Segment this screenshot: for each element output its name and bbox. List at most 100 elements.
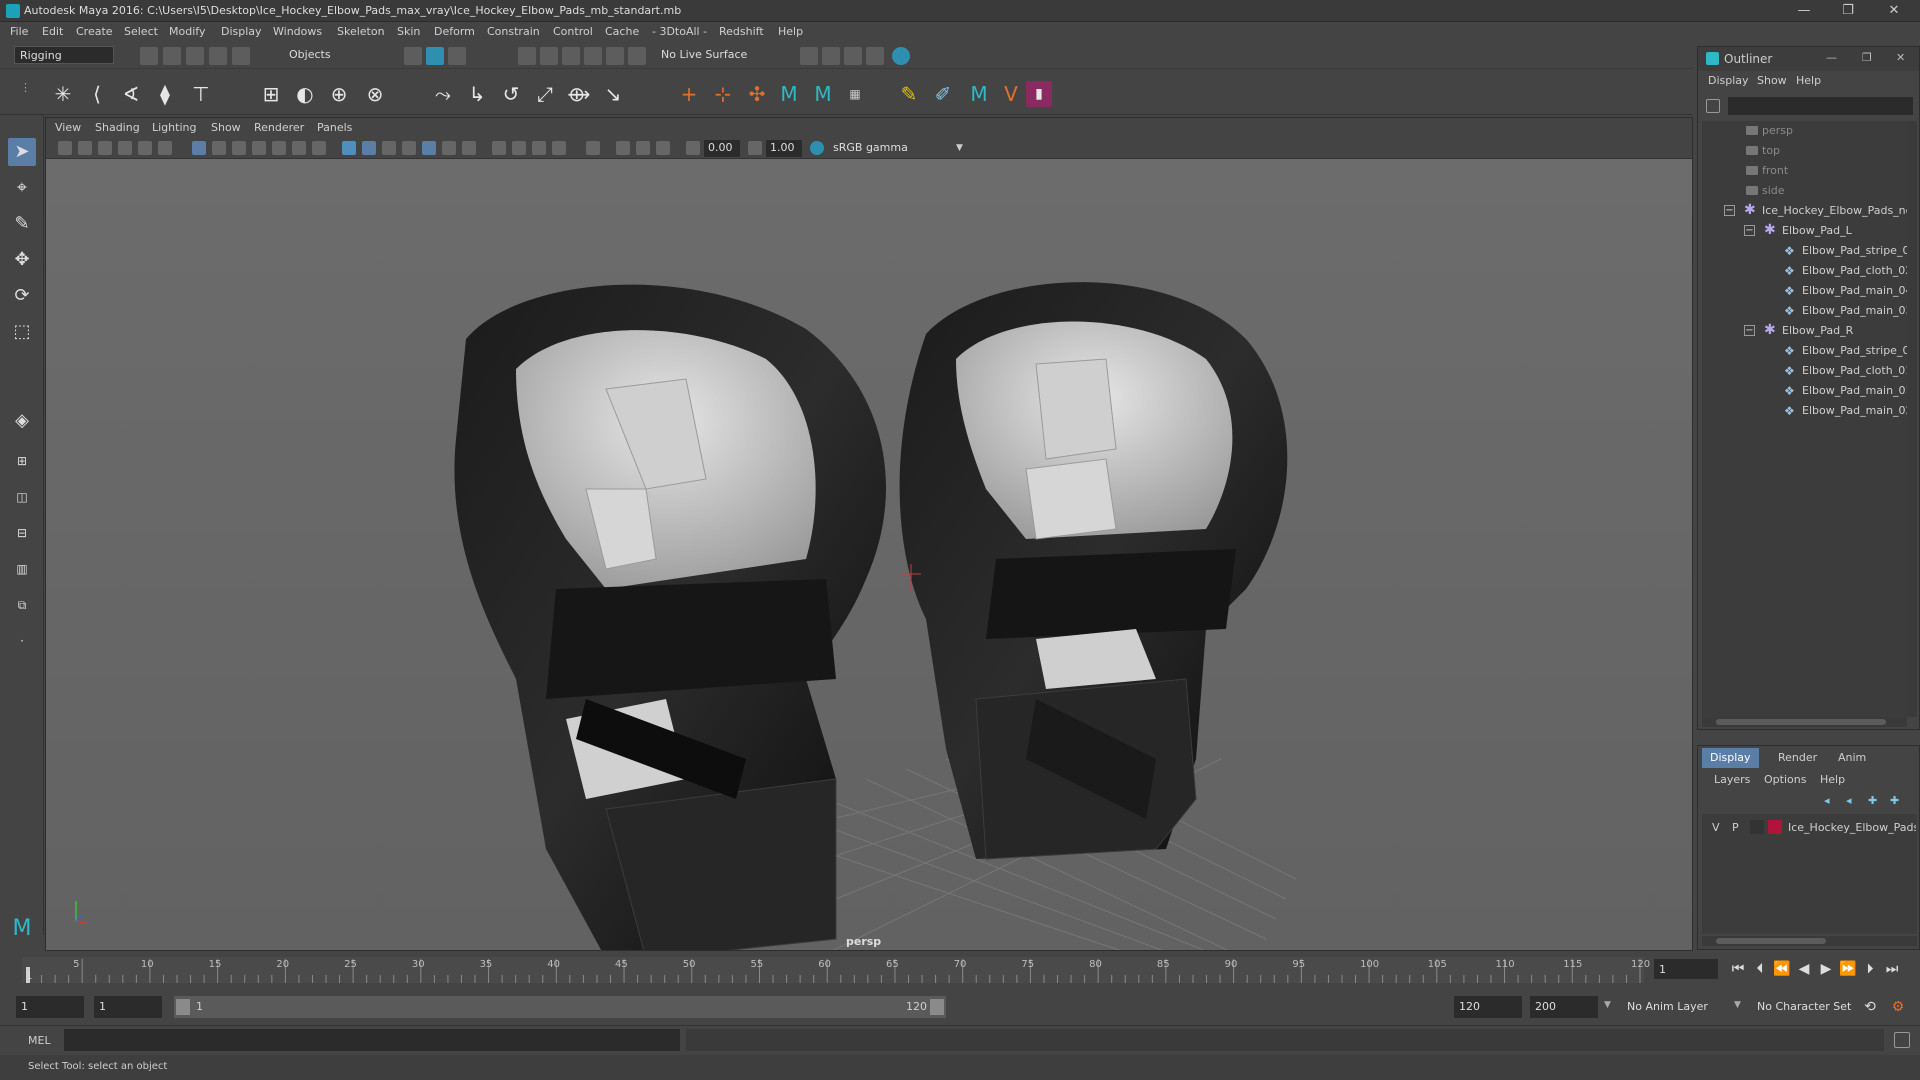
step-back-frame-icon[interactable]: ⏴ <box>1750 959 1770 979</box>
pole-vector-icon[interactable]: ↘ <box>600 81 626 107</box>
move-layer-up-icon[interactable]: ◂ <box>1824 794 1838 808</box>
exposure-field[interactable]: 0.00 <box>704 140 740 157</box>
ik-fk-icon[interactable]: ✣ <box>744 81 770 107</box>
layer-scroll-thumb[interactable] <box>1716 938 1826 944</box>
wire-icon[interactable]: ⊗ <box>362 81 388 107</box>
anim-layer-dropdown[interactable]: No Anim Layer <box>1622 996 1732 1018</box>
live-surface-field[interactable]: No Live Surface <box>656 46 756 64</box>
menu-set-dropdown[interactable]: Rigging <box>14 46 114 64</box>
go-to-start-icon[interactable]: ⏮ <box>1728 959 1748 979</box>
viewport-menu-view[interactable]: View <box>55 121 81 134</box>
film-gate-icon[interactable] <box>212 141 226 155</box>
list-item[interactable]: − ✱ Elbow_Pad_L <box>1702 221 1907 241</box>
deformer-tool-icon[interactable]: V <box>998 81 1024 107</box>
maximize-button[interactable]: ❐ <box>1830 2 1866 20</box>
chevron-down-icon[interactable]: ▼ <box>956 141 970 155</box>
xray-joints-icon[interactable] <box>616 141 630 155</box>
exposure-icon[interactable] <box>686 141 700 155</box>
snap-point-icon[interactable] <box>562 47 580 65</box>
layer-menu-layers[interactable]: Layers <box>1714 773 1750 786</box>
shader-ball-icon[interactable]: ▮ <box>1026 81 1052 107</box>
new-scene-icon[interactable] <box>140 47 158 65</box>
list-item[interactable]: front <box>1702 161 1907 181</box>
single-view-layout-icon[interactable]: ◈ <box>8 407 36 435</box>
list-item[interactable]: persp <box>1702 121 1907 141</box>
redo-icon[interactable] <box>232 47 250 65</box>
step-back-key-icon[interactable]: ⏪ <box>1772 959 1792 979</box>
3d-scene[interactable] <box>46 159 1693 951</box>
select-object-icon[interactable] <box>426 47 444 65</box>
joint-tool-icon[interactable]: ✳ <box>50 81 76 107</box>
point-constraint-icon[interactable]: ⤳ <box>430 81 456 107</box>
snap-magnet-icon[interactable] <box>628 47 646 65</box>
layer-visibility-toggle[interactable]: V <box>1712 821 1720 834</box>
four-view-layout-icon[interactable]: ⊞ <box>8 447 36 475</box>
menu-deform[interactable]: Deform <box>434 25 475 38</box>
select-hierarchy-icon[interactable] <box>404 47 422 65</box>
brush-tool-icon[interactable]: ✐ <box>930 81 956 107</box>
bookmark-icon[interactable] <box>98 141 112 155</box>
layer-playback-toggle[interactable]: P <box>1732 821 1739 834</box>
list-item[interactable]: ❖ Elbow_Pad_main_04 <box>1702 281 1907 301</box>
time-ruler[interactable]: 5 10 15 20 25 30 35 40 45 50 55 60 65 70 75 80 85 90 95 100… <box>0 951 1693 989</box>
list-item[interactable]: ❖ Elbow_Pad_stripe_02 <box>1702 241 1907 261</box>
textured-icon[interactable] <box>402 141 416 155</box>
auto-key-icon[interactable]: ⟲ <box>1860 997 1880 1017</box>
menu-redshift[interactable]: Redshift <box>719 25 764 38</box>
camera-attributes-icon[interactable] <box>78 141 92 155</box>
collapse-icon[interactable]: − <box>1744 325 1755 336</box>
save-scene-icon[interactable] <box>186 47 204 65</box>
anti-aliasing-icon[interactable] <box>532 141 546 155</box>
list-item[interactable]: − ✱ Elbow_Pad_R <box>1702 321 1907 341</box>
ik-spline-icon[interactable]: ∢ <box>118 81 144 107</box>
bind-skin-icon[interactable]: ⧫ <box>152 81 178 107</box>
script-editor-icon[interactable] <box>1894 1032 1910 1048</box>
lattice-icon[interactable]: ⊞ <box>258 81 284 107</box>
new-layer-icon[interactable]: ✚ <box>1868 794 1882 808</box>
snap-grid-icon[interactable] <box>518 47 536 65</box>
menu-edit[interactable]: Edit <box>42 25 63 38</box>
collapse-icon[interactable]: − <box>1724 205 1735 216</box>
step-forward-frame-icon[interactable]: ⏵ <box>1860 959 1880 979</box>
smooth-shade-icon[interactable] <box>362 141 376 155</box>
locator-icon[interactable]: + <box>676 81 702 107</box>
viewport-menu-panels[interactable]: Panels <box>317 121 352 134</box>
animation-preferences-icon[interactable]: ⚙ <box>1888 997 1908 1017</box>
chevron-down-icon[interactable]: ▼ <box>1604 1000 1611 1010</box>
resolution-gate-icon[interactable] <box>232 141 246 155</box>
grease-pencil-icon[interactable] <box>158 141 172 155</box>
color-management-icon[interactable] <box>810 141 824 155</box>
go-to-end-icon[interactable]: ⏭ <box>1882 959 1902 979</box>
menu-display[interactable]: Display <box>221 25 262 38</box>
playback-end-field[interactable]: 120 <box>1454 996 1522 1018</box>
layer-menu-help[interactable]: Help <box>1820 773 1845 786</box>
shadows-icon[interactable] <box>442 141 456 155</box>
play-forwards-icon[interactable]: ▶ <box>1816 959 1836 979</box>
snap-curve-icon[interactable] <box>540 47 558 65</box>
command-language-label[interactable]: MEL <box>28 1034 51 1047</box>
layer-color-swatch[interactable] <box>1768 820 1782 834</box>
outliner-vertical-scrollbar[interactable] <box>1907 121 1917 717</box>
camera-select-icon[interactable] <box>58 141 72 155</box>
gamma-icon[interactable] <box>748 141 762 155</box>
maya-shelf-tool-2-icon[interactable]: M <box>810 81 836 107</box>
scale-constraint-icon[interactable]: ⤢ <box>532 81 558 107</box>
layer-menu-options[interactable]: Options <box>1764 773 1806 786</box>
safe-title-icon[interactable] <box>312 141 326 155</box>
wrap-icon[interactable]: ⊕ <box>326 81 352 107</box>
aim-constraint-icon[interactable]: ↳ <box>464 81 490 107</box>
outliner-menu-display[interactable]: Display <box>1708 74 1749 87</box>
outliner-menu-show[interactable]: Show <box>1757 74 1787 87</box>
list-item[interactable]: top <box>1702 141 1907 161</box>
range-end-handle[interactable] <box>930 999 944 1015</box>
layout-options-icon[interactable]: · <box>8 627 36 655</box>
ambient-occlusion-icon[interactable] <box>492 141 506 155</box>
list-item[interactable]: ❖ Elbow_Pad_main_03 <box>1702 301 1907 321</box>
two-view-vertical-icon[interactable]: ◫ <box>8 483 36 511</box>
list-item[interactable]: ❖ Elbow_Pad_main_01 <box>1702 381 1907 401</box>
layer-horizontal-scrollbar[interactable] <box>1702 936 1917 946</box>
outliner-scroll-thumb[interactable] <box>1716 719 1886 725</box>
menu-3dtoall[interactable]: - 3DtoAll - <box>652 25 707 38</box>
outliner-layout-icon[interactable]: ▥ <box>8 555 36 583</box>
hypershade-icon[interactable] <box>892 47 910 65</box>
